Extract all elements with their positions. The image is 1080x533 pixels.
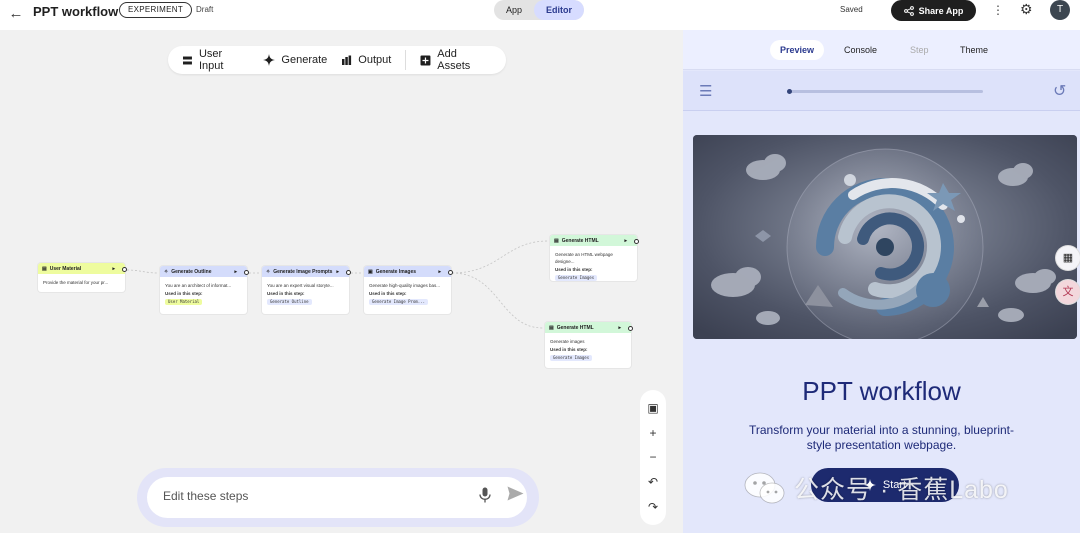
- input-icon: ▤: [42, 265, 47, 272]
- layout-grid-icon[interactable]: ▦: [1056, 246, 1080, 270]
- chevron-right-icon: ▸: [618, 324, 621, 331]
- back-arrow-icon[interactable]: ←: [6, 4, 26, 24]
- sparkle-icon: [863, 479, 876, 491]
- preview-app-subtitle: Transform your material into a stunning,…: [748, 423, 1014, 452]
- output-button[interactable]: Output: [341, 54, 391, 66]
- gear-icon[interactable]: ⚙: [1020, 1, 1033, 18]
- node-generate-html-2[interactable]: ▤ Generate HTML ▸ Generate images Used in …: [545, 322, 631, 368]
- dependency-chip[interactable]: Generate Images: [550, 355, 593, 361]
- dependency-chip[interactable]: User Material: [165, 299, 203, 305]
- send-icon[interactable]: [507, 486, 524, 506]
- chevron-right-icon: ▸: [336, 268, 339, 275]
- zoom-controls: ▣ + − ↶ ↷: [640, 390, 666, 525]
- user-input-button[interactable]: User Input: [182, 48, 249, 72]
- output-port[interactable]: [448, 270, 453, 275]
- web-icon: ▤: [554, 237, 559, 244]
- menu-icon[interactable]: ☰: [699, 82, 712, 100]
- start-label: Start: [882, 479, 907, 491]
- node-generate-outline[interactable]: ✧ Generate Outline ▸ You are an architect …: [160, 266, 247, 314]
- more-vert-icon[interactable]: ⋮: [992, 3, 1004, 17]
- dependency-chip[interactable]: Generate Outline: [267, 299, 312, 305]
- start-button[interactable]: Start: [811, 468, 959, 502]
- fit-view-icon[interactable]: ▣: [647, 401, 658, 415]
- tab-console[interactable]: Console: [844, 40, 877, 60]
- node-description: Generate high-quality images bas...: [369, 283, 441, 288]
- sparkle-icon: ✧: [266, 268, 271, 275]
- panel-tabs: Preview Console Step Theme: [683, 30, 1080, 70]
- avatar[interactable]: T: [1050, 0, 1070, 20]
- progress-indicator: [787, 89, 792, 94]
- app-title: PPT workflow: [33, 4, 119, 19]
- add-box-icon: [420, 55, 431, 65]
- dependency-chip[interactable]: Generate Images: [555, 275, 598, 281]
- preview-control-bar: ☰ ↺: [683, 71, 1080, 111]
- experiment-badge: EXPERIMENT: [119, 2, 193, 18]
- node-description: Generate an HTML webpage designe...: [555, 252, 613, 264]
- translate-icon[interactable]: 文: [1056, 280, 1080, 304]
- chevron-right-icon: ▸: [624, 237, 627, 244]
- edit-steps-box: [147, 477, 527, 518]
- tab-preview[interactable]: Preview: [770, 40, 825, 60]
- share-icon: [903, 5, 914, 16]
- output-icon: [342, 55, 352, 65]
- input-icon: [182, 56, 192, 64]
- web-icon: ▤: [549, 324, 554, 331]
- node-generate-html-1[interactable]: ▤ Generate HTML ▸ Generate an HTML webpage…: [550, 235, 637, 281]
- mic-icon[interactable]: [479, 487, 491, 507]
- chevron-right-icon: ▸: [234, 268, 237, 275]
- workflow-canvas[interactable]: User Input Generate Output Add Assets ▤ U…: [0, 30, 683, 533]
- node-generate-image-prompts[interactable]: ✧ Generate Image Prompts ▸ You are an expe…: [262, 266, 349, 314]
- zoom-in-icon[interactable]: +: [649, 426, 656, 440]
- preview-panel: Preview Console Step Theme ☰ ↺ PPT workf…: [683, 30, 1080, 533]
- used-in-step-label: Used in this step:: [369, 291, 407, 296]
- used-in-step-label: Used in this step:: [267, 291, 305, 296]
- edit-steps-bar: [137, 468, 539, 527]
- sparkle-icon: ✧: [164, 268, 169, 275]
- image-icon: ▣: [368, 268, 373, 275]
- output-port[interactable]: [346, 270, 351, 275]
- tab-step[interactable]: Step: [910, 40, 929, 60]
- step-toolbar: User Input Generate Output Add Assets: [168, 46, 506, 74]
- undo-icon[interactable]: ↶: [648, 475, 658, 489]
- add-assets-button[interactable]: Add Assets: [420, 48, 492, 72]
- output-port[interactable]: [634, 239, 639, 244]
- node-description: You are an architect of informat...: [165, 283, 232, 288]
- mode-app-button[interactable]: App: [494, 0, 534, 20]
- used-in-step-label: Used in this step:: [555, 267, 593, 272]
- used-in-step-label: Used in this step:: [550, 347, 588, 352]
- hero-image: [693, 135, 1077, 339]
- node-description: You are an expert visual storyte...: [267, 283, 334, 288]
- share-app-button[interactable]: Share App: [891, 0, 976, 21]
- draft-status: Draft: [196, 5, 214, 14]
- chevron-right-icon: ▸: [112, 265, 115, 272]
- node-description: Provide the material for your pr...: [43, 280, 109, 285]
- node-user-material[interactable]: ▤ User Material ▸ Provide the material for…: [38, 263, 125, 292]
- preview-app-title: PPT workflow: [802, 376, 961, 406]
- redo-icon[interactable]: ↷: [648, 500, 658, 514]
- node-generate-images[interactable]: ▣ Generate Images ▸ Generate high-quality …: [364, 266, 451, 314]
- tab-theme[interactable]: Theme: [960, 40, 988, 60]
- chevron-right-icon: ▸: [438, 268, 441, 275]
- output-port[interactable]: [122, 267, 127, 272]
- toolbar-divider: [405, 50, 407, 70]
- saved-status: Saved: [840, 5, 863, 14]
- generate-button[interactable]: Generate: [263, 54, 327, 66]
- share-app-label: Share App: [918, 5, 964, 16]
- used-in-step-label: Used in this step:: [165, 291, 203, 296]
- output-port[interactable]: [628, 326, 633, 331]
- dependency-chip[interactable]: Generate Image Prom...: [369, 299, 428, 305]
- mode-toggle: App Editor: [494, 0, 585, 20]
- output-port[interactable]: [244, 270, 249, 275]
- top-bar: ← PPT workflow EXPERIMENT Draft App Edit…: [0, 0, 1080, 30]
- reload-icon[interactable]: ↺: [1053, 81, 1066, 101]
- run-progress-bar: [787, 89, 983, 94]
- zoom-out-icon[interactable]: −: [649, 450, 656, 464]
- sparkle-icon: [263, 54, 276, 66]
- mode-editor-button[interactable]: Editor: [534, 0, 585, 20]
- edit-steps-input[interactable]: [163, 489, 443, 503]
- node-description: Generate images: [550, 339, 585, 344]
